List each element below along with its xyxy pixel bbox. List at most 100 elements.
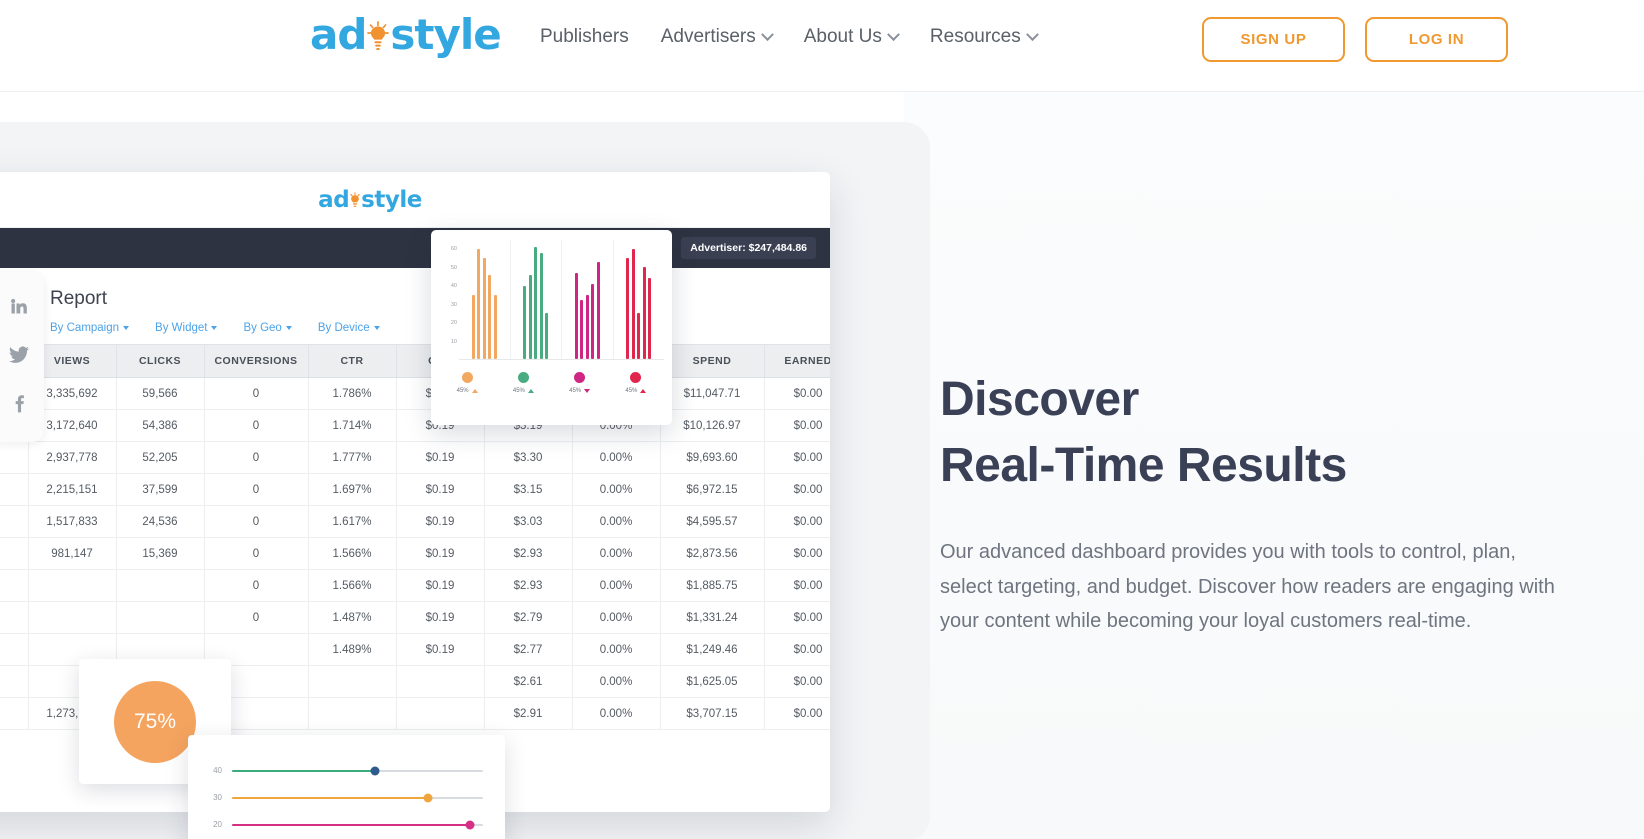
chart-bar [471,294,475,359]
slider-track[interactable] [232,766,483,775]
table-cell: $2,873.56 [660,537,765,570]
y-tick-label: 50 [450,264,457,271]
slider-knob[interactable] [465,820,475,829]
table-cell: 15,369 [116,537,205,570]
legend-value-label: 45% [625,388,647,394]
filter-label: By Geo [243,322,282,334]
slider-label: 20 [213,820,222,829]
logo-text-suffix: style [390,10,501,59]
table-cell: 2,215,151 [28,473,117,506]
filter-by-campaign[interactable]: By Campaign [50,322,130,334]
nav-label: Publishers [540,26,629,47]
chart-bar [493,294,497,359]
logo-text-prefix: ad [310,10,367,59]
y-tick-label: 20 [450,320,457,327]
chart-bar [648,278,652,359]
log-in-button[interactable]: LOG IN [1365,17,1508,62]
table-cell: 0 [204,377,309,410]
table-cell: 54,386 [116,409,205,442]
table-cell: 0 [204,441,309,474]
table-cell [308,697,397,730]
report-table-head: VIEWSCLICKSCONVERSIONSCTRCPCCPMROISPENDE… [0,344,830,378]
slider-card: 40302010 [188,735,505,839]
table-cell: $0.19 [396,505,485,538]
trend-up-icon [640,389,647,393]
chart-bar [631,249,635,359]
table-cell: 0 [204,473,309,506]
site-logo[interactable]: ad style [310,10,502,59]
legend-percent-text: 45% [569,388,582,394]
report-filters: By Campaign By Widget By Geo By Device [0,310,830,344]
social-share-rail [0,272,44,442]
sign-up-button[interactable]: SIGN UP [1202,17,1345,62]
table-cell [308,665,397,698]
table-cell: 09:00 AM [0,665,29,698]
table-cell: $1,885.75 [660,569,765,602]
slider-knob[interactable] [423,793,433,802]
bar-chart-plot: 10 20 30 40 50 60 [439,240,664,360]
table-row: 06:00 AM 01.566%$0.19$2.930.00%$1,885.75$… [0,569,830,602]
slider-row[interactable]: 40 [206,757,483,784]
bar-group [562,240,614,359]
nav-item-advertisers[interactable]: Advertisers [661,26,774,48]
dashboard-top-bar: Publisher: $0.00 Advertiser: $247,484.86 [0,228,830,268]
chart-bar [596,261,600,359]
table-cell: 1.697% [308,473,397,506]
y-tick-label: 60 [450,246,457,253]
legend-item[interactable]: 45% [439,372,495,394]
nav-item-about-us[interactable]: About Us [803,26,900,48]
filter-label: By Widget [155,322,208,334]
caret-down-icon [373,326,380,330]
slider-row[interactable]: 20 [206,811,483,838]
table-cell: $10,126.97 [660,409,765,442]
table-cell: $1,625.05 [660,665,765,698]
table-cell: $11,047.71 [660,377,765,410]
table-cell: 05:00 AM [0,537,29,570]
table-cell: 1.777% [308,441,397,474]
table-cell: $0.00 [764,601,830,634]
table-cell: $0.00 [764,697,830,730]
legend-percent-text: 45% [456,388,469,394]
legend-item[interactable]: 45% [495,372,551,394]
nav-item-resources[interactable]: Resources [930,26,1039,48]
chart-bar [545,313,549,359]
legend-item[interactable]: 45% [608,372,664,394]
filter-by-device[interactable]: By Device [318,322,380,334]
site-header: ad style Publishers Advertisers About Us… [0,0,1644,92]
table-cell: 1.786% [308,377,397,410]
nav-label: About Us [803,26,882,47]
chart-bar [591,283,595,359]
slider-track[interactable] [232,793,483,802]
lightbulb-icon [349,189,361,211]
table-cell: 02:00 AM [0,441,29,474]
filter-by-geo[interactable]: By Geo [243,322,292,334]
table-cell: $0.19 [396,473,485,506]
slider-row[interactable]: 30 [206,784,483,811]
bar-group [511,240,562,359]
table-cell: $0.19 [396,441,485,474]
slider-track[interactable] [232,820,483,829]
filter-label: By Campaign [50,322,120,334]
facebook-icon[interactable] [9,394,29,419]
legend-item[interactable]: 45% [552,372,608,394]
nav-item-publishers[interactable]: Publishers [540,26,629,48]
table-cell: $0.19 [396,537,485,570]
linkedin-icon[interactable] [9,296,29,321]
slider-knob[interactable] [370,766,380,775]
hero-title-line-1: Discover [940,373,1139,426]
filter-by-widget[interactable]: By Widget [155,322,218,334]
slider-label: 30 [213,793,222,802]
table-cell: 1,517,833 [28,505,117,538]
legend-color-dot [461,372,473,383]
table-cell: $0.00 [764,633,830,666]
twitter-icon[interactable] [8,344,30,371]
chart-y-axis: 10 20 30 40 50 60 [439,240,459,360]
slider-fill [232,769,376,772]
bar-group [459,240,511,359]
table-row: 3,172,640 54,386 0 1.714% $0.19 $3.19 0.00% $10… [0,409,830,442]
table-row: 3,335,69259,56601.786%$0.19$3.310.00%$11… [0,377,830,410]
table-cell: 07:00 AM [0,601,29,634]
hero-copy: Discover Real-Time Results Our advanced … [940,367,1580,639]
y-tick-label: 40 [450,283,457,290]
table-cell: $3.15 [484,473,573,506]
